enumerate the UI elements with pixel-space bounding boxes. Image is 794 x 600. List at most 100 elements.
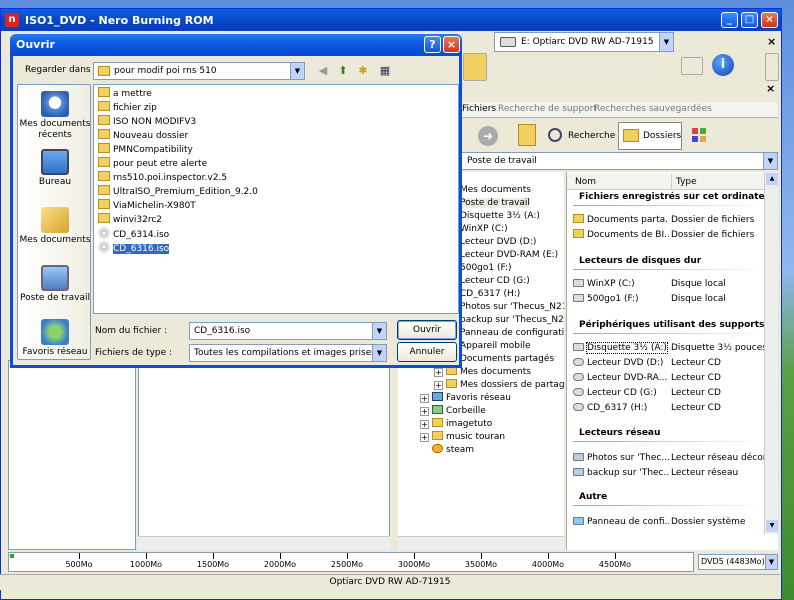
list-item[interactable]: Disquette 3½ (A:) Disquette 3½ pouces — [573, 342, 769, 355]
list-item[interactable]: Panneau de confi... Dossier système — [573, 516, 769, 529]
list-item[interactable]: pour peut etre alerte — [98, 157, 207, 170]
expand-icon[interactable]: + — [434, 368, 443, 377]
drive-selector[interactable]: E: Optiarc DVD RW AD-71915 ▼ — [494, 32, 674, 52]
folder-up-icon[interactable]: ⬆ — [335, 62, 351, 80]
list-item[interactable]: ISO NON MODIFV3 — [98, 115, 196, 128]
tree-item[interactable]: + music touran — [420, 431, 505, 444]
toolbar-close-icon[interactable]: × — [767, 35, 776, 48]
expand-icon[interactable]: + — [420, 433, 429, 442]
compilation-file-pane[interactable] — [138, 360, 390, 550]
tab-fichiers[interactable]: Fichiers — [462, 104, 496, 114]
list-item[interactable]: PMNCompatibility — [98, 143, 193, 156]
compilation-horizontal-scrollbar[interactable] — [138, 536, 390, 550]
list-item[interactable]: winvi32rc2 — [98, 213, 162, 226]
scroll-down-icon[interactable]: ▼ — [766, 520, 778, 532]
drive-icon — [573, 294, 584, 302]
place-my-documents[interactable]: Mes documents — [18, 207, 92, 246]
chevron-down-icon[interactable]: ▼ — [765, 555, 777, 569]
list-item[interactable]: Documents de BI... Dossier de fichiers — [573, 229, 769, 242]
drive-list-pane[interactable]: Nom Type Fichiers enregistrés sur cet or… — [566, 172, 778, 550]
expand-icon[interactable]: + — [420, 407, 429, 416]
list-item[interactable]: 500go1 (F:) Disque local — [573, 293, 769, 306]
chevron-down-icon[interactable]: ▼ — [372, 323, 386, 339]
place-desktop[interactable]: Bureau — [18, 149, 92, 188]
address-bar-value: Poste de travail — [467, 156, 537, 166]
list-item[interactable]: rns510.poi.inspector.v2.5 — [98, 171, 227, 184]
group-title: Lecteurs réseau — [579, 428, 661, 438]
toolbar-burn-button[interactable] — [463, 53, 487, 81]
list-item[interactable]: Lecteur CD (G:) Lecteur CD — [573, 387, 769, 400]
disc-type-selector[interactable]: DVD5 (4483Mo) ▼ — [698, 554, 778, 570]
cd-icon — [573, 388, 584, 396]
expand-icon[interactable]: + — [434, 381, 443, 390]
tab-recherche-support[interactable]: Recherche de support — [498, 104, 597, 114]
tree-item[interactable]: Lecteur DVD-RAM (E:) — [446, 249, 558, 262]
column-header-type[interactable]: Type — [671, 174, 697, 190]
drive-info-button[interactable] — [681, 57, 703, 75]
cancel-button[interactable]: Annuler — [397, 342, 457, 362]
views-icon[interactable] — [692, 128, 708, 142]
minimize-button[interactable]: _ — [721, 12, 738, 28]
folder-icon — [573, 229, 584, 238]
browser-close-icon[interactable]: × — [766, 82, 775, 95]
list-item[interactable]: Lecteur DVD-RA... Lecteur CD — [573, 372, 769, 385]
nero-title-bar[interactable]: n ISO1_DVD - Nero Burning ROM _ □ × — [1, 9, 781, 31]
tree-item[interactable]: Documents partagés — [446, 353, 554, 366]
tree-item[interactable]: Panneau de configuration — [446, 327, 564, 340]
list-item[interactable]: fichier zip — [98, 101, 157, 114]
list-vertical-scrollbar[interactable]: ▲ ▼ — [764, 172, 778, 534]
open-button[interactable]: Ouvrir — [397, 320, 457, 340]
place-network[interactable]: Favoris réseau — [18, 319, 92, 358]
tree-horizontal-scrollbar[interactable] — [398, 536, 564, 550]
place-my-computer[interactable]: Poste de travail — [18, 265, 92, 304]
list-item[interactable]: ViaMichelin-X980T — [98, 199, 196, 212]
close-button[interactable]: × — [761, 12, 778, 28]
new-folder-icon[interactable]: ✱ — [355, 62, 371, 80]
folders-toggle-button[interactable]: Dossiers — [618, 122, 682, 150]
chevron-down-icon[interactable]: ▼ — [659, 33, 673, 51]
dialog-help-button[interactable]: ? — [424, 36, 441, 53]
compilation-left-pane[interactable] — [8, 360, 136, 550]
dialog-close-button[interactable]: × — [443, 36, 460, 53]
list-item[interactable]: Documents parta... Dossier de fichiers — [573, 214, 769, 227]
dialog-title-bar[interactable]: Ouvrir ? × — [10, 34, 462, 56]
list-item[interactable]: CD_6314.iso — [98, 227, 169, 240]
tree-item[interactable]: steam — [432, 444, 474, 457]
list-item-selected[interactable]: CD_6316.iso — [98, 241, 170, 254]
back-icon[interactable]: ◀ — [315, 62, 331, 80]
chevron-down-icon[interactable]: ▼ — [290, 63, 304, 79]
tree-item[interactable]: backup sur 'Thecus_N2100' — [446, 314, 564, 327]
view-menu-icon[interactable]: ▦ — [375, 62, 395, 80]
search-button[interactable]: Recherche — [546, 124, 615, 148]
tree-item[interactable]: + imagetuto — [420, 418, 492, 431]
list-item[interactable]: Lecteur DVD (D:) Lecteur CD — [573, 357, 769, 370]
list-item[interactable]: a mettre — [98, 87, 152, 100]
tree-item[interactable]: + Mes dossiers de partage — [434, 379, 564, 392]
scroll-up-icon[interactable]: ▲ — [766, 173, 778, 185]
list-item[interactable]: WinXP (C:) Disque local — [573, 278, 769, 291]
back-arrow-icon[interactable]: ➜ — [478, 126, 498, 146]
chevron-down-icon[interactable]: ▼ — [763, 153, 777, 169]
lookin-select[interactable]: pour modif poi rns 510 ▼ — [93, 62, 305, 80]
help-info-button[interactable]: i — [712, 54, 734, 76]
column-header-name[interactable]: Nom — [575, 174, 596, 190]
file-list[interactable]: a mettre fichier zip ISO NON MODIFV3 Nou… — [93, 84, 459, 314]
tree-item[interactable]: + Favoris réseau — [420, 392, 511, 405]
maximize-button[interactable]: □ — [741, 12, 758, 28]
tree-item[interactable]: Photos sur 'Thecus_N2100' — [446, 301, 564, 314]
filetype-select[interactable]: Toutes les compilations et images prises… — [189, 344, 387, 362]
place-recent-documents[interactable]: Mes documents récents — [18, 91, 92, 141]
list-item[interactable]: CD_6317 (H:) Lecteur CD — [573, 402, 769, 415]
expand-icon[interactable]: + — [420, 420, 429, 429]
tree-item[interactable]: + Corbeille — [420, 405, 486, 418]
filename-input[interactable]: CD_6316.iso ▼ — [189, 322, 387, 340]
expand-icon[interactable]: + — [420, 394, 429, 403]
chevron-down-icon[interactable]: ▼ — [372, 345, 386, 361]
list-item[interactable]: UltraISO_Premium_Edition_9.2.0 — [98, 185, 258, 198]
list-item[interactable]: Nouveau dossier — [98, 129, 188, 142]
list-item[interactable]: Photos sur 'Thec...Lecteur réseau déconn… — [573, 452, 769, 465]
folder-up-icon[interactable] — [518, 124, 536, 146]
toolbar-expand-button[interactable] — [765, 53, 779, 81]
list-item[interactable]: backup sur 'Thec... Lecteur réseau — [573, 467, 769, 480]
tab-recherches-sauvegardees[interactable]: Recherches sauvegardées — [594, 104, 712, 114]
